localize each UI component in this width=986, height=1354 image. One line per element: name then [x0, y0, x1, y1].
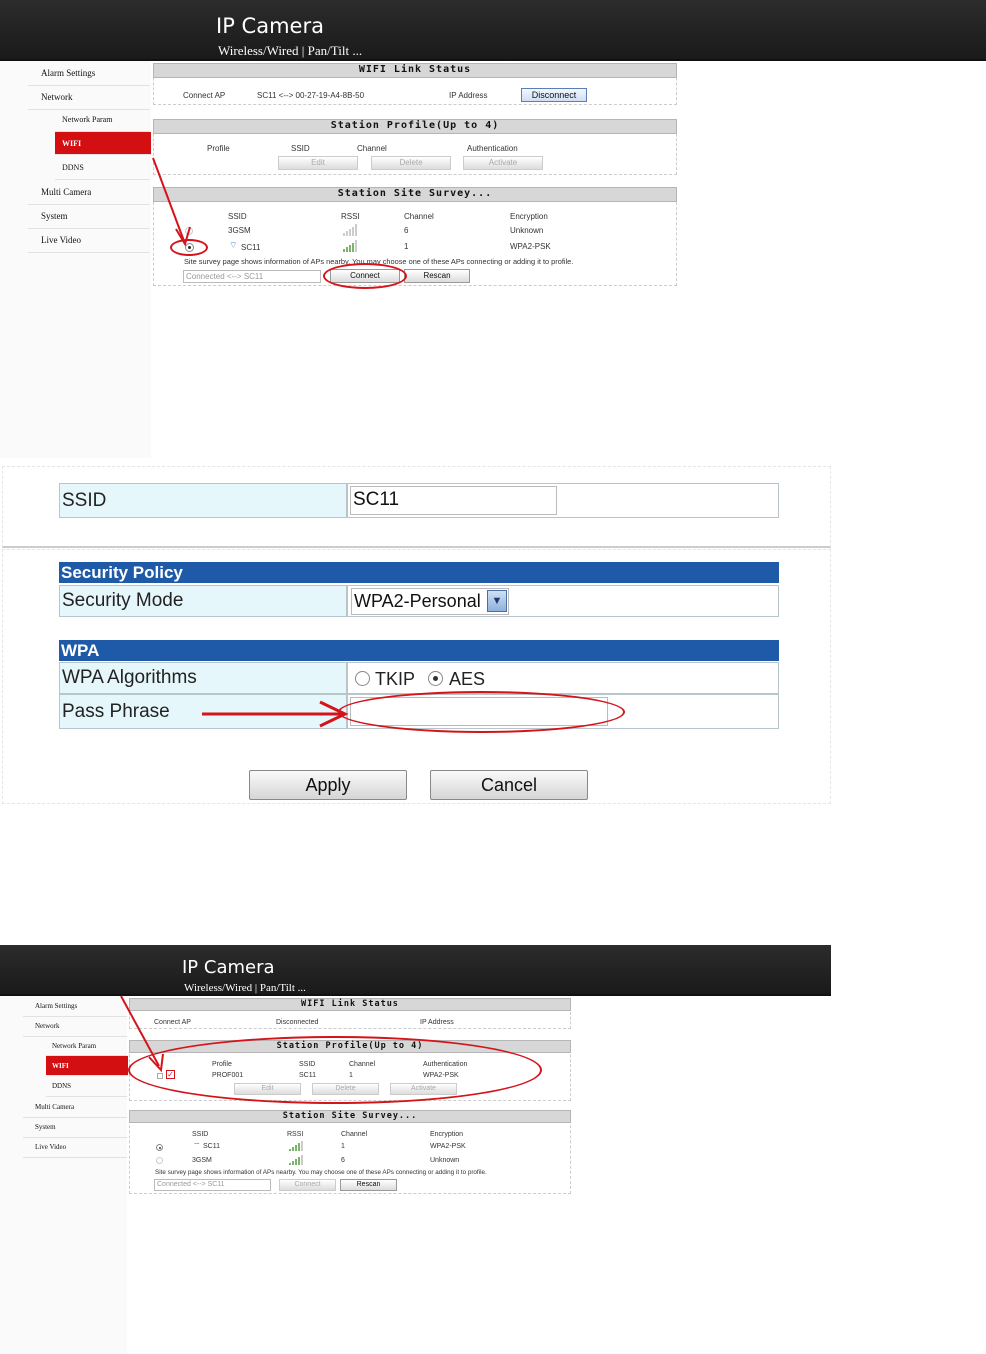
- ssid-label: SSID: [59, 483, 347, 518]
- wpa-header: WPA: [59, 640, 779, 661]
- wpa-algorithms-label: WPA Algorithms: [59, 662, 347, 694]
- survey-row-ssid: 3GSM: [192, 1157, 212, 1164]
- signal-strength-icon: [289, 1155, 303, 1165]
- connect-ap-value: Disconnected: [276, 1019, 319, 1026]
- site-survey-header: Station Site Survey...: [153, 187, 677, 202]
- sidebar-item-alarm-settings[interactable]: Alarm Settings: [23, 997, 127, 1017]
- chevron-down-icon[interactable]: ▼: [487, 590, 507, 612]
- profile-activate-button[interactable]: Activate: [463, 156, 543, 170]
- aes-label: AES: [449, 669, 486, 689]
- profile-col-authentication: Authentication: [467, 144, 518, 153]
- app-subtitle: Wireless/Wired | Pan/Tilt ...: [184, 982, 306, 994]
- apply-button[interactable]: Apply: [249, 770, 407, 800]
- disconnect-button[interactable]: Disconnect: [521, 88, 587, 102]
- survey-row-channel: 6: [404, 226, 409, 235]
- tkip-radio[interactable]: [355, 671, 370, 686]
- annotation-circle: [170, 239, 208, 256]
- survey-col-rssi: RSSI: [341, 212, 360, 221]
- rescan-button[interactable]: Rescan: [404, 269, 470, 283]
- survey-col-channel: Channel: [341, 1131, 368, 1138]
- sidebar-item-network[interactable]: Network: [23, 1017, 127, 1037]
- security-mode-select[interactable]: WPA2-Personal: [351, 588, 509, 615]
- sidebar-item-multi-camera[interactable]: Multi Camera: [23, 1098, 127, 1118]
- ip-address-label: IP Address: [449, 91, 488, 100]
- wifi-status-header: WIFI Link Status: [129, 998, 571, 1011]
- sidebar-item-alarm-settings[interactable]: Alarm Settings: [28, 62, 150, 86]
- profile-col-profile: Profile: [207, 144, 230, 153]
- survey-row-channel: 6: [341, 1157, 345, 1164]
- survey-row-channel: 1: [404, 242, 409, 251]
- survey-row-ssid: SC11: [241, 243, 261, 252]
- tkip-label: TKIP: [375, 669, 416, 689]
- survey-row-encryption: WPA2-PSK: [510, 242, 551, 251]
- connected-ap-field: Connected <--> SC11: [154, 1179, 271, 1191]
- top-header: IP Camera Wireless/Wired | Pan/Tilt ...: [0, 0, 986, 61]
- survey-info-text: Site survey page shows information of AP…: [155, 1169, 487, 1176]
- survey-row-encryption: Unknown: [510, 226, 544, 235]
- survey-row-channel: 1: [341, 1143, 345, 1150]
- sidebar-item-system[interactable]: System: [23, 1118, 127, 1138]
- connect-ap-label: Connect AP: [183, 91, 226, 100]
- ssid-input[interactable]: SC11: [350, 486, 557, 515]
- security-mode-value: WPA2-Personal: [354, 591, 481, 611]
- survey-row-radio[interactable]: [156, 1144, 163, 1151]
- wifi-status-header: WIFI Link Status: [153, 63, 677, 78]
- annotation-arrow: [202, 700, 349, 728]
- app-title: IP Camera: [182, 957, 275, 978]
- profile-delete-button[interactable]: Delete: [371, 156, 451, 170]
- survey-col-rssi: RSSI: [287, 1131, 304, 1138]
- survey-col-encryption: Encryption: [510, 212, 548, 221]
- sidebar-item-system[interactable]: System: [28, 205, 150, 229]
- signal-strength-icon: [289, 1141, 303, 1151]
- annotation-circle: [338, 691, 625, 733]
- profile-col-ssid: SSID: [291, 144, 310, 153]
- security-policy-header: Security Policy: [59, 562, 779, 583]
- app-subtitle: Wireless/Wired | Pan/Tilt ...: [218, 43, 363, 58]
- ip-address-label: IP Address: [420, 1019, 454, 1026]
- cancel-button[interactable]: Cancel: [430, 770, 588, 800]
- profile-col-channel: Channel: [357, 144, 387, 153]
- app-title: IP Camera: [216, 14, 324, 38]
- survey-row-encryption: WPA2-PSK: [430, 1143, 466, 1150]
- sidebar-item-live-video[interactable]: Live Video: [23, 1138, 127, 1158]
- survey-col-channel: Channel: [404, 212, 434, 221]
- aes-radio[interactable]: [428, 671, 443, 686]
- survey-row-ssid: 3GSM: [228, 226, 251, 235]
- wifi-ap-icon: ⌔: [229, 240, 238, 250]
- signal-strength-icon: [343, 224, 359, 236]
- survey-row-encryption: Unknown: [430, 1157, 460, 1164]
- site-survey-header: Station Site Survey...: [129, 1110, 571, 1123]
- sidebar-item-ddns[interactable]: DDNS: [55, 156, 150, 180]
- profile-edit-button[interactable]: Edit: [278, 156, 358, 170]
- sidebar-item-network[interactable]: Network: [28, 86, 150, 110]
- rescan-button[interactable]: Rescan: [340, 1179, 397, 1191]
- station-profile-header: Station Profile(Up to 4): [153, 119, 677, 134]
- survey-col-ssid: SSID: [192, 1131, 209, 1138]
- survey-row-radio[interactable]: [156, 1157, 163, 1164]
- sidebar-item-wifi[interactable]: WIFI: [55, 132, 151, 155]
- top-header: IP Camera Wireless/Wired | Pan/Tilt ...: [0, 945, 831, 996]
- sidebar-item-network-param[interactable]: Network Param: [46, 1037, 127, 1056]
- survey-col-encryption: Encryption: [430, 1131, 464, 1138]
- connect-button[interactable]: Connect: [279, 1179, 336, 1191]
- signal-strength-icon: [343, 240, 359, 252]
- annotation-circle: [128, 1036, 542, 1104]
- security-mode-label: Security Mode: [59, 585, 347, 617]
- annotation-circle: [323, 263, 407, 289]
- connect-ap-value: SC11 <--> 00-27-19-A4-8B-50: [257, 91, 365, 100]
- sidebar-item-live-video[interactable]: Live Video: [28, 229, 150, 253]
- survey-col-ssid: SSID: [228, 212, 247, 221]
- sidebar-item-wifi[interactable]: WIFI: [46, 1056, 128, 1076]
- sidebar-item-multi-camera[interactable]: Multi Camera: [28, 181, 150, 205]
- wifi-ap-icon: ⌔: [193, 1141, 201, 1150]
- sidebar-item-ddns[interactable]: DDNS: [46, 1077, 127, 1097]
- connected-ap-field: Connected <--> SC11: [183, 270, 321, 283]
- sidebar-item-network-param[interactable]: Network Param: [55, 110, 150, 132]
- survey-row-ssid: SC11: [203, 1143, 220, 1150]
